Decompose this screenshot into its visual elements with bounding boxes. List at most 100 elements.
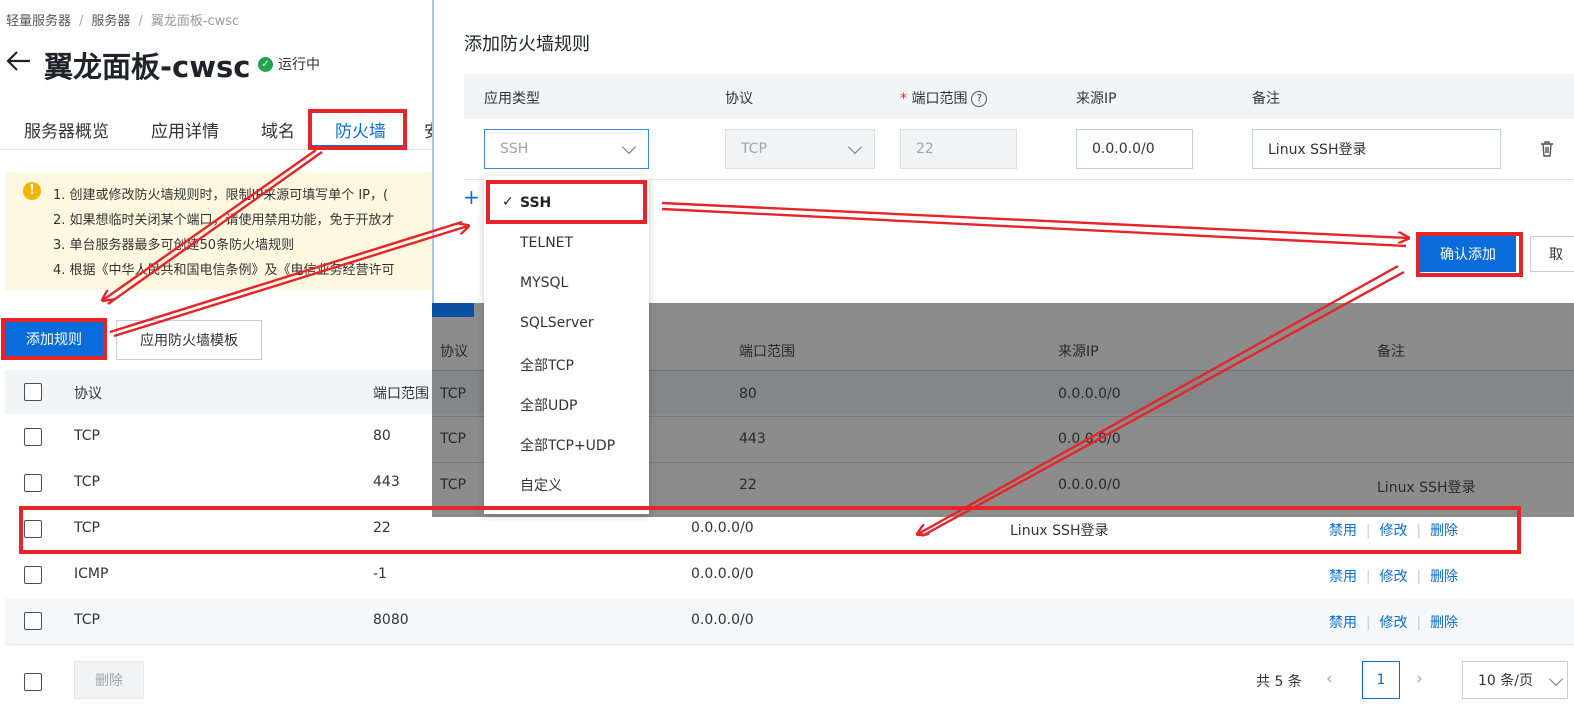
annotation-box-confirm xyxy=(1416,232,1523,277)
dropdown-option-sqlserver[interactable]: SQLServer xyxy=(520,315,594,331)
note-input[interactable]: Linux SSH登录 xyxy=(1252,129,1501,169)
footer-select-all-checkbox[interactable] xyxy=(24,673,42,691)
tab-overview[interactable]: 服务器概览 xyxy=(24,117,109,142)
protocol-value: TCP xyxy=(741,141,767,157)
dropdown-option-mysql[interactable]: MYSQL xyxy=(520,275,568,291)
app-type-dropdown: ✓ SSH TELNET MYSQL SQLServer 全部TCP 全部UDP… xyxy=(484,176,649,514)
check-circle-icon: ✓ xyxy=(258,56,273,72)
notice-banner: ! 1. 创建或修改防火墙规则时，限制IP来源可填写单个 IP，( 2. 如果想… xyxy=(5,172,433,290)
pagination-total: 共 5 条 xyxy=(1256,674,1302,690)
row-source-ip: 0.0.0.0/0 xyxy=(691,566,754,582)
column-header-protocol: 协议 xyxy=(74,386,102,402)
annotation-box-add-rule xyxy=(1,318,107,360)
overlay-cell: Linux SSH登录 xyxy=(1377,480,1476,496)
port-range-input: 22 xyxy=(900,129,1017,169)
required-mark: * xyxy=(900,91,907,107)
row-actions: 禁用 | 修改 | 删除 xyxy=(1329,569,1459,585)
overlay-cell: 443 xyxy=(739,431,766,447)
annotation-box-ssh-row xyxy=(19,506,1521,554)
overlay-cell: 22 xyxy=(739,477,757,493)
edit-link[interactable]: 修改 xyxy=(1380,569,1408,585)
row-protocol: ICMP xyxy=(74,566,109,582)
overlay-cell: TCP xyxy=(440,386,466,402)
warning-icon: ! xyxy=(23,182,41,200)
notice-line: 2. 如果想临时关闭某个端口，请使用禁用功能，免于开放才 xyxy=(53,213,395,228)
row-protocol: TCP xyxy=(74,612,100,628)
delete-link[interactable]: 删除 xyxy=(1430,615,1458,631)
back-arrow-icon[interactable] xyxy=(4,46,32,76)
notice-line: 4. 根据《中华人民共和国电信条例》及《电信业务经营许可 xyxy=(53,263,395,278)
overlay-cell: 0.0.0.0/0 xyxy=(1058,386,1121,402)
breadcrumb-item-lighthouse[interactable]: 轻量服务器 xyxy=(6,14,71,29)
status-text: 运行中 xyxy=(278,57,320,73)
dropdown-option-telnet[interactable]: TELNET xyxy=(520,235,573,251)
chevron-down-icon xyxy=(1548,671,1564,687)
apply-template-button[interactable]: 应用防火墙模板 xyxy=(116,320,262,360)
overlay-cell: 0.0.0.0/0 xyxy=(1058,431,1121,447)
dialog-column-port-range: * 端口范围? xyxy=(900,88,988,108)
dropdown-option-custom[interactable]: 自定义 xyxy=(520,475,562,495)
overlay-cell: TCP xyxy=(440,477,466,493)
row-port: 8080 xyxy=(373,612,409,628)
annotation-box-firewall-tab xyxy=(308,109,407,150)
help-icon[interactable]: ? xyxy=(971,91,988,107)
dialog-column-note: 备注 xyxy=(1252,91,1280,107)
disable-link[interactable]: 禁用 xyxy=(1329,615,1357,631)
edit-link[interactable]: 修改 xyxy=(1380,615,1408,631)
port-range-label: 端口范围 xyxy=(911,91,968,107)
page-size-value: 10 条/页 xyxy=(1478,673,1533,689)
protocol-select: TCP xyxy=(725,129,875,169)
disable-link[interactable]: 禁用 xyxy=(1329,569,1357,585)
status-badge: ✓ 运行中 xyxy=(258,54,320,74)
chevron-down-icon xyxy=(847,139,863,155)
chevron-left-icon[interactable]: ‹ xyxy=(1326,669,1333,689)
row-port: 80 xyxy=(373,428,391,444)
breadcrumb-item-servers[interactable]: 服务器 xyxy=(91,14,130,29)
select-all-checkbox[interactable] xyxy=(24,383,42,401)
add-row-icon[interactable]: + xyxy=(463,185,480,209)
row-checkbox[interactable] xyxy=(24,612,42,630)
row-protocol: TCP xyxy=(74,428,100,444)
dialog-column-app-type: 应用类型 xyxy=(484,91,540,107)
dropdown-option-all-tcp[interactable]: 全部TCP xyxy=(520,355,574,375)
row-port: -1 xyxy=(373,566,387,582)
row-actions: 禁用 | 修改 | 删除 xyxy=(1329,615,1459,631)
overlay-cell: 0.0.0.0/0 xyxy=(1058,477,1121,493)
row-checkbox[interactable] xyxy=(24,474,42,492)
dropdown-option-all-tcp-udp[interactable]: 全部TCP+UDP xyxy=(520,435,615,455)
dropdown-option-all-udp[interactable]: 全部UDP xyxy=(520,395,577,415)
source-ip-input[interactable]: 0.0.0.0/0 xyxy=(1076,129,1193,169)
notice-line: 3. 单台服务器最多可创建50条防火墙规则 xyxy=(53,238,295,253)
trash-icon[interactable] xyxy=(1538,140,1556,158)
dialog-column-protocol: 协议 xyxy=(725,91,753,107)
batch-delete-button[interactable]: 删除 xyxy=(74,661,144,699)
breadcrumb: 轻量服务器 / 服务器 / 翼龙面板-cwsc xyxy=(6,14,240,29)
row-checkbox[interactable] xyxy=(24,428,42,446)
row-port: 443 xyxy=(373,474,400,490)
tab-security[interactable]: 安 xyxy=(424,117,432,142)
cancel-button[interactable]: 取 xyxy=(1530,236,1574,272)
tab-app-details[interactable]: 应用详情 xyxy=(151,117,219,142)
dialog-title: 添加防火墙规则 xyxy=(464,34,590,55)
dialog-table-header xyxy=(464,74,1574,119)
overlay-column-note: 备注 xyxy=(1377,344,1405,360)
chevron-right-icon[interactable]: › xyxy=(1416,669,1423,689)
app-type-select[interactable]: SSH xyxy=(484,129,649,169)
row-protocol: TCP xyxy=(74,474,100,490)
page-size-select[interactable]: 10 条/页 xyxy=(1462,661,1568,699)
overlay-column-source: 来源IP xyxy=(1058,344,1099,360)
row-source-ip: 0.0.0.0/0 xyxy=(691,612,754,628)
row-checkbox[interactable] xyxy=(24,566,42,584)
app-type-value: SSH xyxy=(500,141,529,157)
overlay-column-port: 端口范围 xyxy=(739,344,795,360)
dialog-column-source-ip: 来源IP xyxy=(1076,91,1117,107)
overlay-column-protocol: 协议 xyxy=(440,344,468,360)
chevron-down-icon xyxy=(621,139,637,155)
pagination-page[interactable]: 1 xyxy=(1362,661,1400,699)
overlay-cell: 80 xyxy=(739,386,757,402)
overlay-cell: TCP xyxy=(440,431,466,447)
page-title: 翼龙面板-cwsc xyxy=(44,50,251,84)
breadcrumb-item-current: 翼龙面板-cwsc xyxy=(150,14,240,29)
delete-link[interactable]: 删除 xyxy=(1430,569,1458,585)
tab-domain[interactable]: 域名 xyxy=(261,117,295,142)
